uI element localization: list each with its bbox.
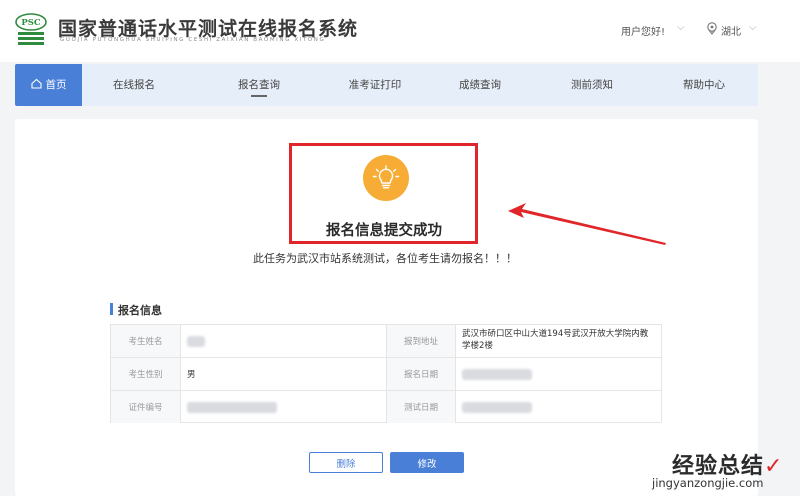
home-icon [30,78,42,89]
nav-online-registration[interactable]: 在线报名 [109,64,159,106]
value-test-date [456,391,662,423]
value-name [181,325,387,358]
check-icon: ✓ [764,454,784,479]
location-label[interactable]: 湖北 [721,23,741,38]
psc-logo[interactable]: PSC [14,12,48,46]
site-header: PSC 国家普通话水平测试在线报名系统 GUOJIA PUTONGHUA SHU… [0,0,800,62]
registration-info-table: 考生姓名 报到地址 武汉市硚口区中山大道194号武汉开放大学院内教学楼2楼 考生… [110,324,662,423]
value-gender: 男 [181,358,387,391]
nav-home[interactable]: 首页 [15,64,82,106]
value-address: 武汉市硚口区中山大道194号武汉开放大学院内教学楼2楼 [456,325,662,358]
nav-admission-ticket-print[interactable]: 准考证打印 [333,64,417,106]
redacted-name [187,335,205,347]
label-registration-date: 报名日期 [387,358,456,391]
value-registration-date [456,358,662,391]
label-test-date: 测试日期 [387,391,456,423]
edit-button[interactable]: 修改 [390,452,464,473]
watermark-url: jingyanzongjie.com [652,476,764,490]
user-greeting[interactable]: 用户您好! [621,23,665,38]
nav-active-indicator [251,95,267,97]
section-title: 报名信息 [118,304,162,317]
chevron-down-icon[interactable]: ⌵ [749,22,757,33]
main-nav: 首页 在线报名 报名查询 准考证打印 成绩查询 测前须知 帮助中心 [15,64,758,106]
label-gender: 考生性别 [111,358,181,391]
svg-text:PSC: PSC [21,18,41,28]
site-subtitle: GUOJIA PUTONGHUA SHUIPING CESHI ZAIXIAN … [60,37,326,43]
highlight-box [289,143,478,244]
section-marker [110,303,113,315]
label-id-number: 证件编号 [111,391,181,423]
nav-score-query[interactable]: 成绩查询 [451,64,509,106]
label-address: 报到地址 [387,325,456,358]
redacted-id-number [187,401,277,413]
nav-help-center[interactable]: 帮助中心 [675,64,733,106]
nav-home-label: 首页 [45,79,67,91]
chevron-down-icon[interactable]: ⌵ [677,22,685,33]
redacted-registration-date [462,368,532,380]
test-notice-text: 此任务为武汉市站系统测试，各位考生请勿报名！！！ [253,252,517,265]
nav-registration-query[interactable]: 报名查询 [219,64,299,106]
value-id-number [181,391,387,423]
location-pin-icon [707,22,717,35]
delete-button[interactable]: 删除 [309,452,383,473]
redacted-test-date [462,401,532,413]
label-name: 考生姓名 [111,325,181,358]
nav-test-notice[interactable]: 测前须知 [563,64,621,106]
annotation-arrow [508,203,666,245]
